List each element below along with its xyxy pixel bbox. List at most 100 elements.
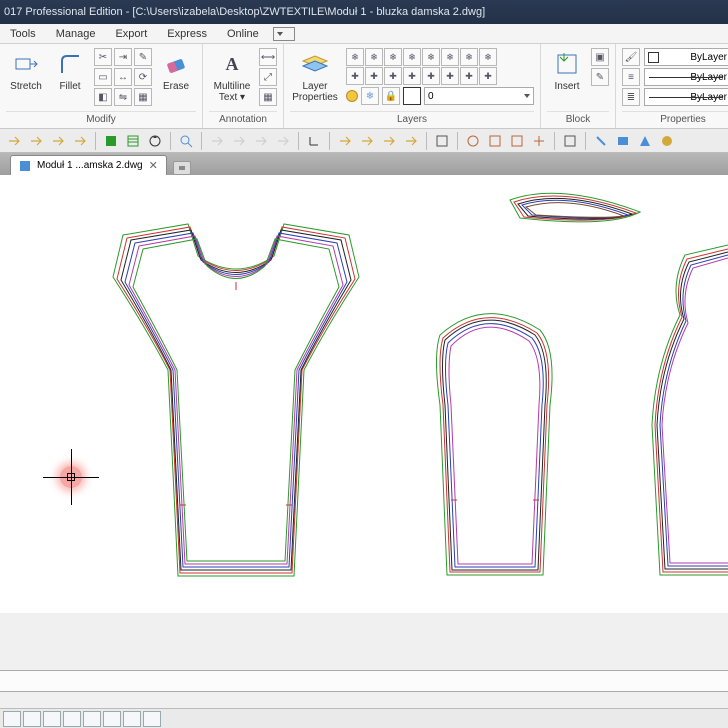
layer-freeze-icon[interactable]: ❄ (361, 87, 379, 105)
tb-zoom[interactable] (176, 131, 196, 151)
menu-more-dropdown[interactable] (273, 27, 295, 41)
lt4-icon[interactable]: ❄ (403, 48, 421, 66)
menu-manage[interactable]: Manage (46, 28, 106, 40)
tb-c2[interactable] (485, 131, 505, 151)
mtext-button[interactable]: A Multiline Text ▾ (209, 48, 255, 105)
layer-bulb-icon[interactable] (346, 90, 358, 102)
tb2[interactable] (26, 131, 46, 151)
lt12-icon[interactable]: ✚ (403, 67, 421, 85)
tb1[interactable] (4, 131, 24, 151)
lineweight-combo[interactable]: ByLayer (644, 68, 728, 86)
fillet-button[interactable]: Fillet (50, 48, 90, 94)
tb-e1[interactable] (591, 131, 611, 151)
mini-mirror-icon[interactable]: ⇋ (114, 88, 132, 106)
lt16-icon[interactable]: ✚ (479, 67, 497, 85)
tb4[interactable] (70, 131, 90, 151)
sb-ortho[interactable] (43, 711, 61, 727)
lt8-icon[interactable]: ❄ (479, 48, 497, 66)
lt9-icon[interactable]: ✚ (346, 67, 364, 85)
lt7-icon[interactable]: ❄ (460, 48, 478, 66)
tb-c3[interactable] (507, 131, 527, 151)
tby3[interactable] (379, 131, 399, 151)
tby1[interactable] (335, 131, 355, 151)
insert-button[interactable]: Insert (547, 48, 587, 94)
linetype-combo[interactable]: ByLayer (644, 88, 728, 106)
tb-green1[interactable] (101, 131, 121, 151)
document-tab[interactable]: Moduł 1 ...amska 2.dwg ✕ (10, 155, 167, 175)
lt15-icon[interactable]: ✚ (460, 67, 478, 85)
close-tab-icon[interactable]: ✕ (149, 159, 158, 172)
dim-linear-icon[interactable]: ⟷ (259, 48, 277, 66)
tb-refresh[interactable] (145, 131, 165, 151)
menu-tools[interactable]: Tools (0, 28, 46, 40)
list-icon[interactable]: ≡ (622, 68, 640, 86)
lt10-icon[interactable]: ✚ (365, 67, 383, 85)
sb-lwt[interactable] (123, 711, 141, 727)
drawing-canvas[interactable] (0, 175, 728, 613)
mini-extend-icon[interactable]: ⇥ (114, 48, 132, 66)
sb-polar[interactable] (63, 711, 81, 727)
menu-export[interactable]: Export (105, 28, 157, 40)
mini-move-icon[interactable]: ↔ (114, 68, 132, 86)
tb-angle[interactable] (304, 131, 324, 151)
layer-properties-button[interactable]: Layer Properties (290, 48, 340, 105)
ribbon: Stretch Fillet ✂ ⇥ ✎ ▭ ↔ ⟳ ◧ ⇋ ▦ Erase (0, 44, 728, 129)
match-prop-icon[interactable]: 🖌 (622, 48, 640, 66)
quick-toolbar (0, 129, 728, 153)
tb-d1[interactable] (560, 131, 580, 151)
mini-scale-icon[interactable]: ◧ (94, 88, 112, 106)
tb-e3[interactable] (635, 131, 655, 151)
block-create-icon[interactable]: ▣ (591, 48, 609, 66)
mini-rotate-icon[interactable]: ⟳ (134, 68, 152, 86)
document-tab-label: Moduł 1 ...amska 2.dwg (37, 160, 143, 171)
block-edit-icon[interactable]: ✎ (591, 68, 609, 86)
tb-e2[interactable] (613, 131, 633, 151)
tb-green2[interactable] (123, 131, 143, 151)
stretch-button[interactable]: Stretch (6, 48, 46, 94)
tbg4[interactable] (273, 131, 293, 151)
tby2[interactable] (357, 131, 377, 151)
status-bar (0, 708, 728, 728)
sb-osnap[interactable] (83, 711, 101, 727)
mini-trim-icon[interactable]: ✂ (94, 48, 112, 66)
fillet-label: Fillet (59, 81, 80, 92)
tb-e4[interactable] (657, 131, 677, 151)
erase-button[interactable]: Erase (156, 48, 196, 94)
doctab-bar: Moduł 1 ...amska 2.dwg ✕ (0, 153, 728, 175)
more-icon[interactable]: ≣ (622, 88, 640, 106)
sb-snap[interactable] (3, 711, 21, 727)
tb-box[interactable] (432, 131, 452, 151)
tb-c4[interactable] (529, 131, 549, 151)
menu-express[interactable]: Express (157, 28, 217, 40)
sb-grid[interactable] (23, 711, 41, 727)
menu-online[interactable]: Online (217, 28, 269, 40)
layer-color-swatch[interactable] (403, 87, 421, 105)
layer-lock-icon[interactable]: 🔒 (382, 87, 400, 105)
layer-combo[interactable]: 0 (424, 87, 534, 105)
lt3-icon[interactable]: ❄ (384, 48, 402, 66)
tbg2[interactable] (229, 131, 249, 151)
table-icon[interactable]: ▦ (259, 88, 277, 106)
mini-break-icon[interactable]: ✎ (134, 48, 152, 66)
lt14-icon[interactable]: ✚ (441, 67, 459, 85)
lt6-icon[interactable]: ❄ (441, 48, 459, 66)
lt1-icon[interactable]: ❄ (346, 48, 364, 66)
sb-track[interactable] (103, 711, 121, 727)
lt5-icon[interactable]: ❄ (422, 48, 440, 66)
mini-rect-icon[interactable]: ▭ (94, 68, 112, 86)
tb3[interactable] (48, 131, 68, 151)
color-combo[interactable]: ByLayer (644, 48, 728, 66)
command-line[interactable] (0, 670, 728, 692)
tbg1[interactable] (207, 131, 227, 151)
tb-c1[interactable] (463, 131, 483, 151)
lt13-icon[interactable]: ✚ (422, 67, 440, 85)
new-tab-button[interactable] (173, 161, 191, 175)
titlebar: 017 Professional Edition - [C:\Users\iza… (0, 0, 728, 24)
dim-aligned-icon[interactable]: ⤢ (259, 68, 277, 86)
mini-array-icon[interactable]: ▦ (134, 88, 152, 106)
tbg3[interactable] (251, 131, 271, 151)
lt2-icon[interactable]: ❄ (365, 48, 383, 66)
lt11-icon[interactable]: ✚ (384, 67, 402, 85)
sb-model[interactable] (143, 711, 161, 727)
tby4[interactable] (401, 131, 421, 151)
